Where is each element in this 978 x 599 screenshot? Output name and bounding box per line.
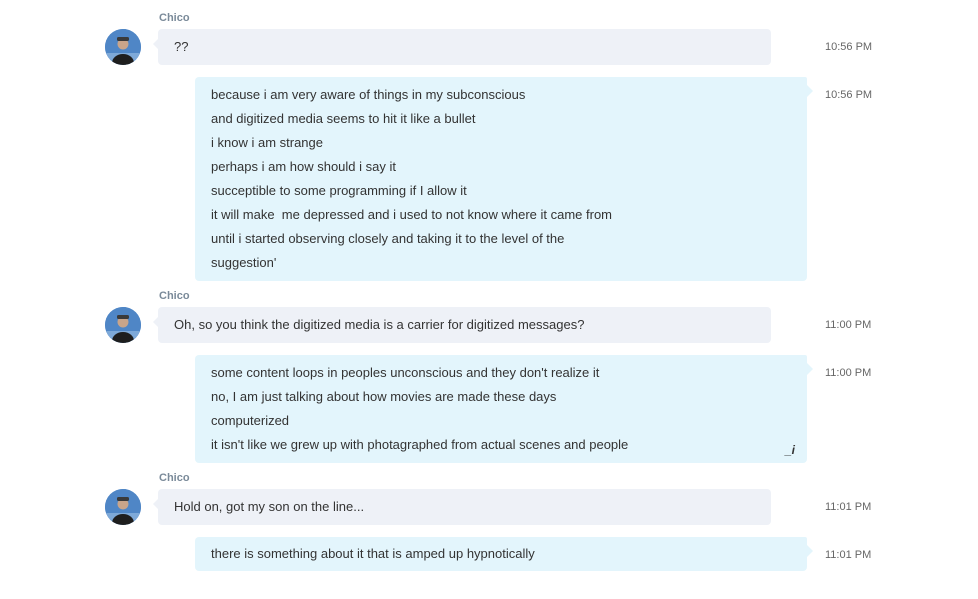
message-bubble-incoming[interactable]: Hold on, got my son on the line... — [153, 489, 771, 525]
message-text: Hold on, got my son on the line... — [174, 499, 365, 514]
message-text: suggestion' — [211, 255, 277, 270]
user-avatar-icon — [105, 29, 141, 65]
message-bubble-incoming[interactable]: Oh, so you think the digitized media is … — [153, 307, 771, 343]
message-text: there is something about it that is ampe… — [211, 546, 535, 561]
message-bubble-incoming[interactable]: ?? — [153, 29, 771, 65]
message-bubble-outgoing[interactable]: there is something about it that is ampe… — [195, 537, 813, 571]
user-avatar-icon — [105, 489, 141, 525]
message-timestamp: 11:01 PM — [825, 549, 872, 561]
chat-conversation: Chico ?? 10:56 PM because i am very awar… — [0, 0, 978, 599]
sender-name: Chico — [159, 12, 190, 24]
message-text: computerized — [211, 413, 290, 428]
message-bubble-outgoing[interactable]: because i am very aware of things in my … — [195, 77, 813, 281]
message-bubble-outgoing[interactable]: some content loops in peoples unconsciou… — [195, 355, 813, 463]
avatar[interactable] — [105, 489, 141, 525]
message-timestamp: 11:00 PM — [825, 367, 872, 379]
message-text: some content loops in peoples unconsciou… — [211, 365, 600, 380]
message-text: until i started observing closely and ta… — [211, 231, 565, 246]
message-text: Oh, so you think the digitized media is … — [174, 317, 585, 332]
avatar[interactable] — [105, 307, 141, 343]
sender-name: Chico — [159, 472, 190, 484]
message-timestamp: 10:56 PM — [825, 41, 873, 53]
message-text: i know i am strange — [211, 135, 323, 150]
message-timestamp: 11:00 PM — [825, 319, 872, 331]
edit-pencil-icon[interactable]: _i — [785, 443, 795, 457]
message-text: it will make me depressed and i used to … — [211, 207, 613, 222]
avatar[interactable] — [105, 29, 141, 65]
message-text: ?? — [174, 39, 189, 54]
message-timestamp: 11:01 PM — [825, 501, 872, 513]
message-timestamp: 10:56 PM — [825, 89, 873, 101]
message-text: it isn't like we grew up with photagraph… — [211, 437, 629, 452]
message-text: because i am very aware of things in my … — [211, 87, 526, 102]
sender-name: Chico — [159, 290, 190, 302]
message-text: no, I am just talking about how movies a… — [211, 389, 557, 404]
message-text: perhaps i am how should i say it — [211, 159, 396, 174]
message-text: succeptible to some programming if I all… — [211, 183, 467, 198]
user-avatar-icon — [105, 307, 141, 343]
message-text: and digitized media seems to hit it like… — [211, 111, 476, 126]
